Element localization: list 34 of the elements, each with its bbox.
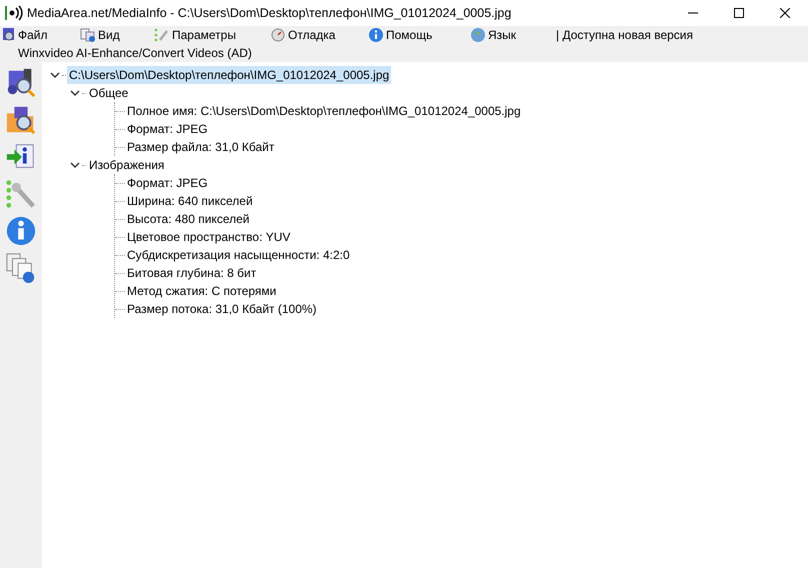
menu-item[interactable]: Параметры: [154, 26, 270, 44]
tree-item[interactable]: Метод сжатия: С потерями: [125, 282, 278, 300]
menu-item[interactable]: Файл: [0, 26, 80, 44]
menu-item[interactable]: Помощь: [368, 26, 470, 44]
documents-globe-icon: [5, 252, 37, 284]
tree-item[interactable]: Субдискретизация насыщенности: 4:2:0: [125, 246, 352, 264]
tree-item[interactable]: Ширина: 640 пикселей: [125, 192, 255, 210]
window-title: MediaArea.net/MediaInfo - C:\Users\Dom\Desktop\теплефон\IMG_01012024_0005.jpg: [27, 4, 512, 22]
info-icon: [368, 27, 384, 43]
documents-icon: [80, 27, 96, 43]
tree-item[interactable]: Формат: JPEG: [125, 120, 210, 138]
toolbar-button[interactable]: [4, 214, 38, 247]
tree-item[interactable]: Битовая глубина: 8 бит: [125, 264, 258, 282]
app-icon: [5, 5, 23, 21]
menu-item[interactable]: Отладка: [270, 26, 368, 44]
tree-item[interactable]: Размер файла: 31,0 Кбайт: [125, 138, 276, 156]
tree-item[interactable]: Формат: JPEG: [125, 174, 210, 192]
tree-node[interactable]: Общее: [87, 84, 130, 102]
globe-icon: [470, 27, 486, 43]
maximize-icon: [734, 8, 744, 18]
tree-item[interactable]: Цветовое пространство: YUV: [125, 228, 292, 246]
info-icon: [5, 214, 37, 246]
menu-item[interactable]: Вид: [80, 26, 154, 44]
ad-link[interactable]: Winxvideo AI-Enhance/Convert Videos (AD): [16, 44, 254, 62]
menu-item[interactable]: Язык: [470, 26, 554, 44]
tree-item[interactable]: Высота: 480 пикселей: [125, 210, 252, 228]
media-search-icon: [5, 66, 37, 98]
tree-item[interactable]: Размер потока: 31,0 Кбайт (100%): [125, 300, 319, 318]
close-icon: [780, 8, 790, 18]
tree-item[interactable]: Полное имя: C:\Users\Dom\Desktop\теплефон\IMG_01012024_0005.jpg: [125, 102, 523, 120]
update-notice[interactable]: | Доступна новая версия: [554, 26, 695, 44]
gauge-icon: [270, 27, 286, 43]
tree-node[interactable]: Изображения: [87, 156, 166, 174]
tree-node[interactable]: C:\Users\Dom\Desktop\теплефон\IMG_01012024_0005.jpg: [67, 66, 392, 84]
